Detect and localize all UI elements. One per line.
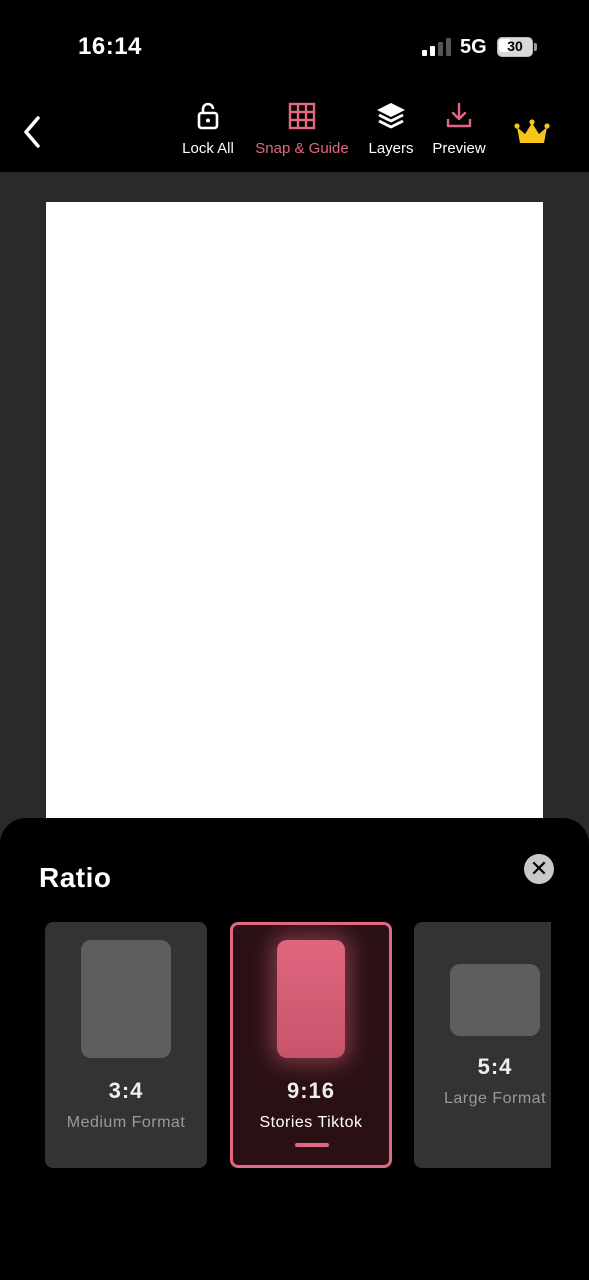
ratio-value: 9:16 [286, 1078, 336, 1103]
editor-workspace [0, 172, 589, 852]
preview-button[interactable]: Preview [428, 100, 490, 170]
signal-icon [422, 38, 452, 56]
status-bar: 16:14 5G 30 [0, 0, 589, 90]
ratio-sheet: Ratio ✕ 3:4 Medium Format 9:16 Stories T… [0, 818, 589, 1280]
lock-icon [197, 102, 219, 130]
chevron-left-icon [24, 116, 40, 148]
ratio-preview-thumb [81, 940, 171, 1058]
network-type: 5G [460, 36, 487, 58]
ratio-name: Stories Tiktok [259, 1114, 363, 1131]
layers-icon [377, 103, 405, 129]
ratio-preview-thumb [277, 940, 345, 1058]
lock-all-label: Lock All [182, 140, 234, 157]
layers-button[interactable]: Layers [364, 100, 418, 170]
sheet-title: Ratio [39, 862, 112, 893]
ratio-option-3-4[interactable]: 3:4 Medium Format [45, 922, 207, 1168]
design-canvas[interactable] [46, 202, 543, 842]
ratio-options[interactable]: 3:4 Medium Format 9:16 Stories Tiktok 5:… [0, 922, 551, 1172]
grid-icon [288, 102, 316, 130]
ratio-value: 3:4 [108, 1078, 144, 1103]
snap-guide-button[interactable]: Snap & Guide [250, 100, 354, 170]
back-button[interactable] [14, 112, 50, 152]
ratio-option-5-4[interactable]: 5:4 Large Format [414, 922, 551, 1168]
layers-label: Layers [368, 140, 414, 157]
selected-indicator [295, 1143, 329, 1147]
ratio-option-9-16[interactable]: 9:16 Stories Tiktok [230, 922, 392, 1168]
ratio-name: Large Format [443, 1090, 547, 1107]
editor-toolbar: Lock All Snap & Guide Layers Preview [0, 90, 589, 172]
ratio-value: 5:4 [477, 1054, 513, 1079]
ratio-name: Medium Format [66, 1114, 186, 1131]
lock-all-button[interactable]: Lock All [176, 100, 240, 170]
status-time: 16:14 [78, 33, 142, 60]
snap-guide-label: Snap & Guide [255, 140, 349, 157]
close-button[interactable]: ✕ [524, 854, 554, 884]
close-icon: ✕ [529, 856, 549, 881]
battery-icon: 30 [497, 37, 537, 57]
battery-level: 30 [507, 38, 523, 54]
download-icon [446, 102, 472, 128]
ratio-preview-thumb [450, 964, 540, 1036]
preview-label: Preview [432, 140, 486, 157]
crown-icon[interactable] [514, 118, 550, 148]
